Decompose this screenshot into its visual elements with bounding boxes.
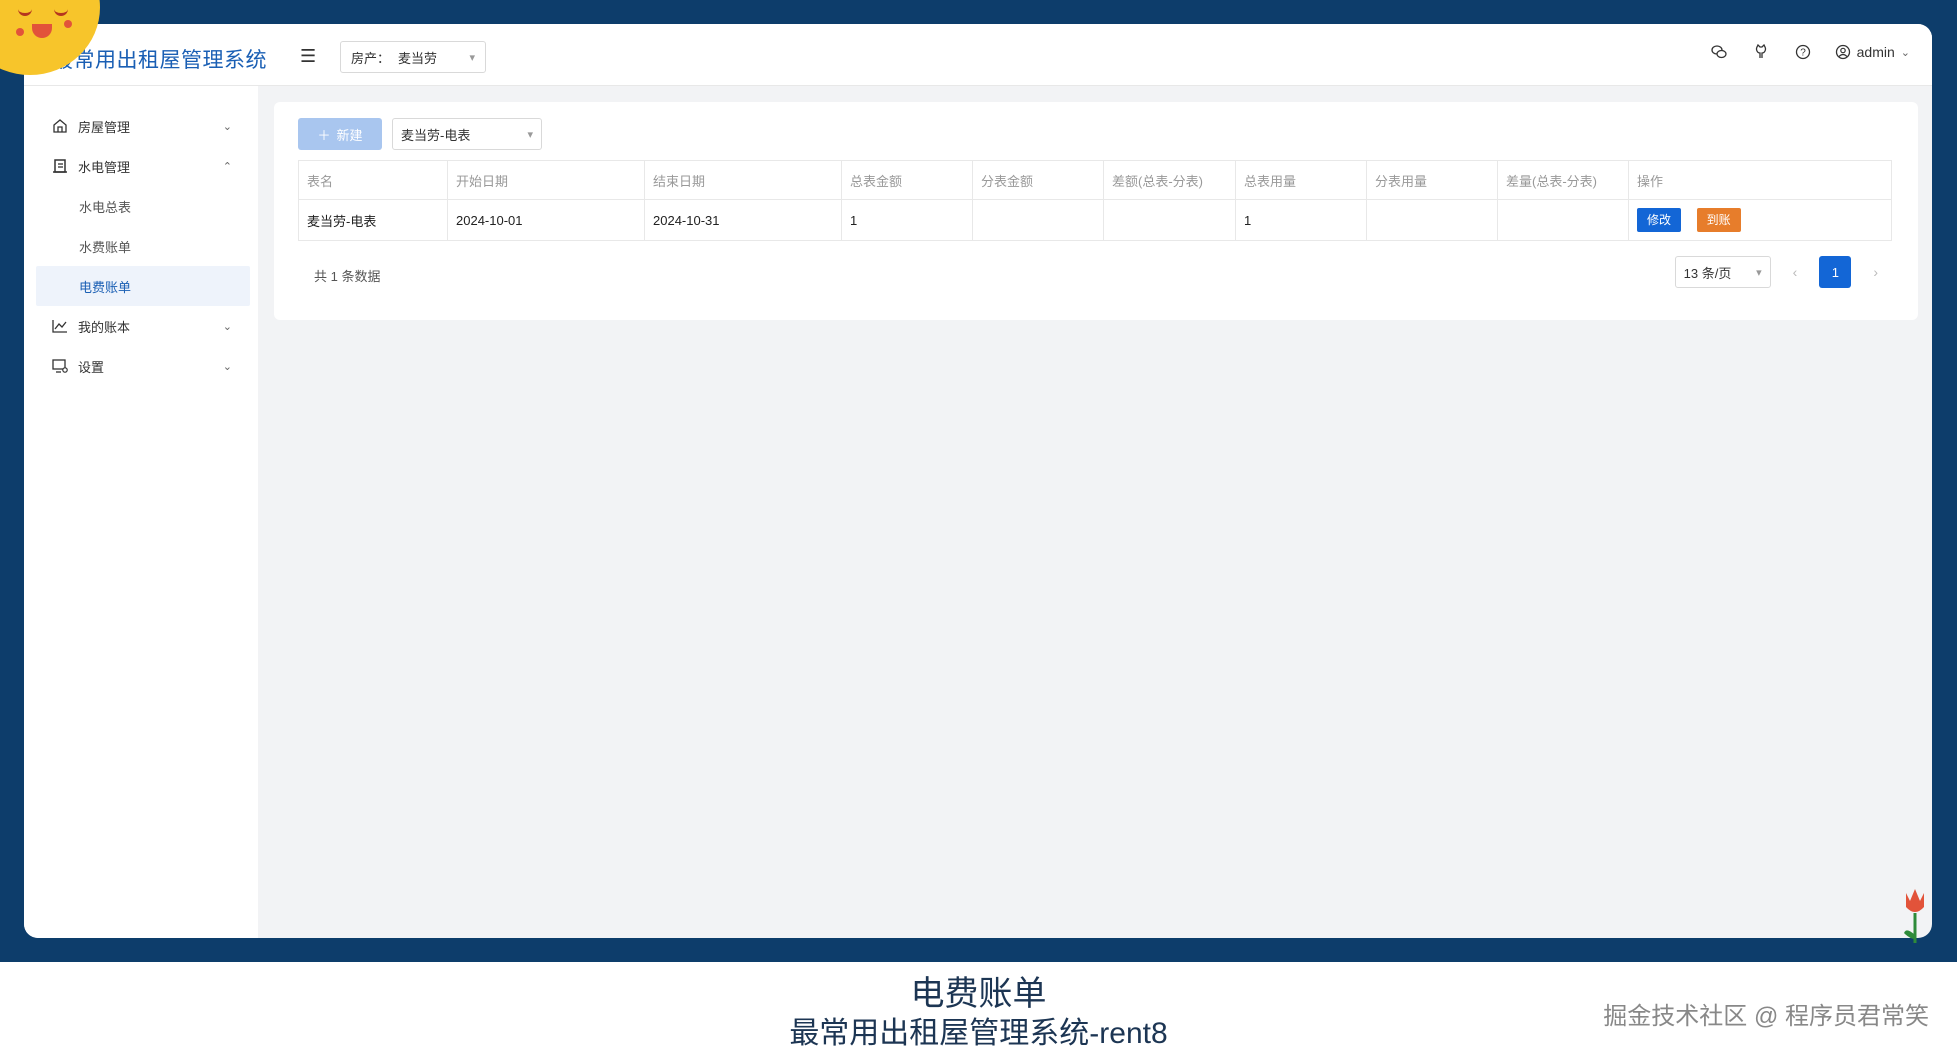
- chart-icon: [50, 318, 70, 334]
- sidebar: 房屋管理 ⌄ 水电管理 ⌃ 水电总表 水费账单 电费账单 我的账本 ⌄ 设置 ⌄: [24, 86, 258, 938]
- table-row: 麦当劳-电表 2024-10-01 2024-10-31 1 1 修改 到账: [298, 199, 1892, 241]
- table-header-row: 表名 开始日期 结束日期 总表金额 分表金额 差额(总表-分表) 总表用量 分表…: [298, 160, 1892, 200]
- meter-icon: [50, 158, 70, 174]
- cell-end-date: 2024-10-31: [644, 199, 842, 241]
- username: admin: [1856, 44, 1895, 60]
- sidebar-item-label: 房屋管理: [78, 119, 131, 135]
- sidebar-item-meter-master[interactable]: 水电总表: [24, 186, 258, 226]
- meter-select[interactable]: 麦当劳-电表 ▾: [392, 118, 542, 150]
- new-button-label: 新建: [336, 127, 363, 143]
- wechat-icon[interactable]: [1709, 42, 1729, 62]
- cell-master-usage: 1: [1235, 199, 1367, 241]
- landlord-select[interactable]: 房产： 麦当劳 ▾: [340, 41, 486, 73]
- caption-bar: 电费账单 最常用出租屋管理系统-rent8 掘金技术社区 @ 程序员君常笑: [0, 962, 1957, 1058]
- cell-sub-amount: [972, 199, 1104, 241]
- sidebar-item-label: 电费账单: [79, 279, 132, 295]
- cell-meter-name: 麦当劳-电表: [298, 199, 448, 241]
- col-sub-usage: 分表用量: [1366, 160, 1498, 200]
- meter-select-value: 麦当劳-电表: [401, 127, 471, 143]
- settings-icon: [50, 358, 70, 374]
- new-button[interactable]: ＋ 新建: [298, 118, 382, 150]
- app-window: 最常用出租屋管理系统 ☰ 房产： 麦当劳 ▾ ? admin ⌄ 房屋管理 ⌄ …: [24, 24, 1932, 938]
- total-count: 共 1 条数据: [314, 269, 381, 284]
- cell-usage-diff: [1497, 199, 1629, 241]
- cell-actions: 修改 到账: [1628, 199, 1892, 241]
- help-icon[interactable]: ?: [1793, 42, 1813, 62]
- chevron-down-icon: ▾: [1756, 266, 1762, 279]
- main-panel: ＋ 新建 麦当劳-电表 ▾ 表名 开始日期 结束日期 总表金额 分表金额 差额(…: [274, 102, 1918, 320]
- home-icon: [50, 118, 70, 134]
- svg-text:?: ?: [1800, 48, 1806, 59]
- cell-start-date: 2024-10-01: [447, 199, 645, 241]
- sidebar-item-water-bill[interactable]: 水费账单: [24, 226, 258, 266]
- sidebar-item-label: 水费账单: [79, 239, 132, 255]
- col-usage-diff: 差量(总表-分表): [1497, 160, 1629, 200]
- chevron-down-icon: ▾: [527, 128, 533, 141]
- chevron-down-icon: ⌄: [222, 120, 232, 133]
- sidebar-item-electric-bill[interactable]: 电费账单: [36, 266, 250, 306]
- chevron-down-icon: ▾: [469, 51, 475, 64]
- post-payment-button[interactable]: 到账: [1696, 208, 1741, 232]
- user-menu[interactable]: admin ⌄: [1835, 44, 1910, 60]
- col-master-usage: 总表用量: [1235, 160, 1367, 200]
- chevron-up-icon: ⌃: [222, 160, 232, 173]
- col-actions: 操作: [1628, 160, 1892, 200]
- landlord-label: 房产：: [351, 50, 391, 66]
- pagination: 13 条/页 ▾ ‹ 1 ›: [1674, 256, 1878, 288]
- cell-amount-diff: [1103, 199, 1236, 241]
- github-icon[interactable]: [1751, 42, 1771, 62]
- sidebar-item-label: 水电总表: [79, 199, 132, 215]
- col-end-date: 结束日期: [644, 160, 842, 200]
- prev-page-icon[interactable]: ‹: [1793, 264, 1798, 280]
- col-master-amount: 总表金额: [841, 160, 973, 200]
- sidebar-item-label: 设置: [78, 359, 105, 375]
- bill-table: 表名 开始日期 结束日期 总表金额 分表金额 差额(总表-分表) 总表用量 分表…: [298, 160, 1892, 241]
- col-meter-name: 表名: [298, 160, 448, 200]
- landlord-value: 麦当劳: [398, 50, 438, 66]
- next-page-icon[interactable]: ›: [1873, 264, 1878, 280]
- sidebar-item-house[interactable]: 房屋管理 ⌄: [24, 106, 258, 146]
- col-sub-amount: 分表金额: [972, 160, 1104, 200]
- sidebar-item-settings[interactable]: 设置 ⌄: [24, 346, 258, 386]
- caption-credit: 掘金技术社区 @ 程序员君常笑: [1603, 1003, 1929, 1030]
- tulip-decoration: [1904, 889, 1924, 943]
- page-number[interactable]: 1: [1819, 256, 1852, 288]
- col-start-date: 开始日期: [447, 160, 645, 200]
- edit-button[interactable]: 修改: [1637, 208, 1682, 232]
- sidebar-item-utilities[interactable]: 水电管理 ⌃: [24, 146, 258, 186]
- sidebar-item-ledger[interactable]: 我的账本 ⌄: [24, 306, 258, 346]
- menu-toggle-icon[interactable]: ☰: [300, 46, 316, 67]
- cell-sub-usage: [1366, 199, 1498, 241]
- col-amount-diff: 差额(总表-分表): [1103, 160, 1236, 200]
- chevron-down-icon: ⌄: [222, 360, 232, 373]
- page-size-value: 13 条/页: [1683, 265, 1732, 281]
- plus-icon: ＋: [317, 127, 331, 143]
- chevron-down-icon: ⌄: [222, 320, 232, 333]
- cell-master-amount: 1: [841, 199, 973, 241]
- top-header: 最常用出租屋管理系统 ☰ 房产： 麦当劳 ▾ ? admin ⌄: [24, 24, 1932, 86]
- sidebar-item-label: 我的账本: [78, 319, 131, 335]
- sidebar-item-label: 水电管理: [78, 159, 131, 175]
- page-size-select[interactable]: 13 条/页 ▾: [1674, 256, 1771, 288]
- user-icon: [1835, 44, 1850, 60]
- chevron-down-icon: ⌄: [1900, 46, 1910, 59]
